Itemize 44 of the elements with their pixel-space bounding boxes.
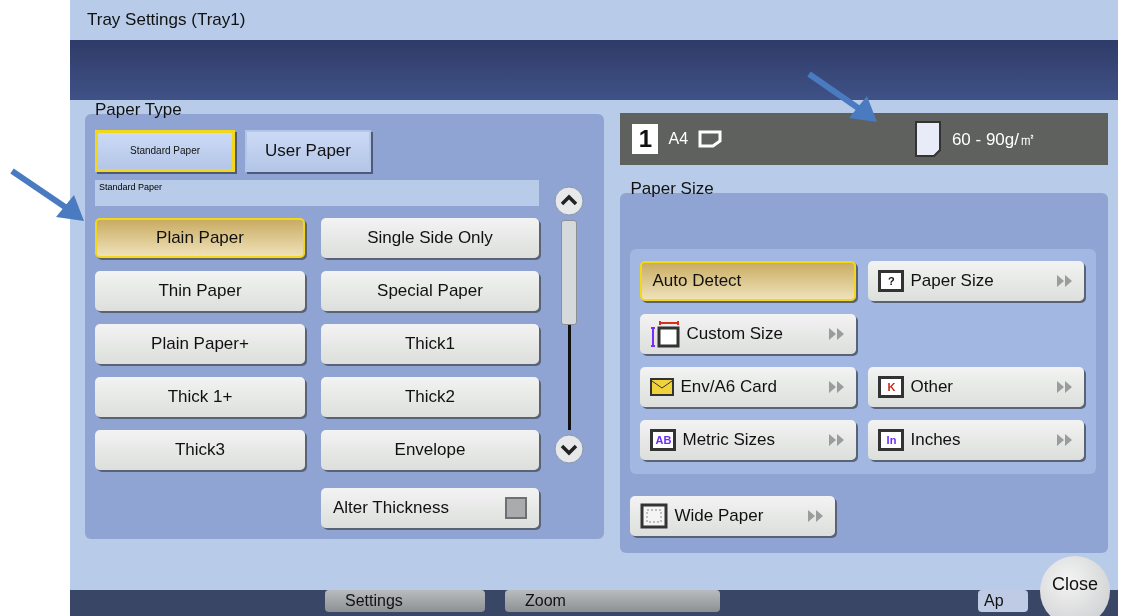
paper-size-option[interactable]: AB Metric Sizes <box>640 420 857 460</box>
paper-size-option[interactable]: Custom Size <box>640 314 857 354</box>
dashed-frame-icon <box>640 503 669 529</box>
paper-size-option[interactable]: ? Paper Size <box>868 261 1085 301</box>
letter-icon: In <box>878 429 905 451</box>
section-label: Paper Size <box>630 179 715 199</box>
paper-size-text: A4 <box>668 130 689 148</box>
paper-tab[interactable]: Standard Paper <box>95 130 235 172</box>
letter-icon: AB <box>650 429 677 451</box>
paper-size-option[interactable]: Auto Detect <box>640 261 857 301</box>
paper-type-option[interactable]: Single Side Only <box>321 218 539 258</box>
tray-number: 1 <box>632 124 659 154</box>
scroll-down-icon[interactable] <box>554 434 584 464</box>
window-title: Tray Settings (Tray1) <box>87 10 246 30</box>
paper-type-option[interactable]: Thick 1+ <box>95 377 305 417</box>
paper-weight-text: 60 - 90g/㎡ <box>951 128 1036 151</box>
bottom-bar-button[interactable]: Zoom <box>505 590 720 612</box>
question-icon: ? <box>878 270 905 292</box>
category-label: Standard Paper <box>95 180 539 206</box>
paper-type-option[interactable]: Thick3 <box>95 430 305 470</box>
paper-size-option[interactable]: In Inches <box>868 420 1085 460</box>
bottom-bar-button[interactable]: Ap <box>978 590 1028 612</box>
paper-type-option[interactable]: Envelope <box>321 430 539 470</box>
letter-icon: K <box>878 376 905 398</box>
paper-type-option[interactable]: Plain Paper+ <box>95 324 305 364</box>
paper-type-option[interactable]: Thick1 <box>321 324 539 364</box>
paper-size-option[interactable]: K Other <box>868 367 1085 407</box>
envelope-icon <box>650 378 675 396</box>
paper-orientation-icon <box>698 130 723 148</box>
paper-type-option[interactable]: Special Paper <box>321 271 539 311</box>
alter-thickness-toggle[interactable]: Alter Thickness <box>321 488 539 528</box>
scroll-thumb[interactable] <box>561 220 577 325</box>
wide-paper-button[interactable]: Wide Paper <box>630 496 836 536</box>
bottom-bar-button[interactable]: Settings <box>325 590 485 612</box>
paper-type-option[interactable]: Thick2 <box>321 377 539 417</box>
paper-size-option[interactable]: Env/A6 Card <box>640 367 857 407</box>
scroll-up-icon[interactable] <box>554 186 584 216</box>
paper-type-option[interactable]: Thin Paper <box>95 271 305 311</box>
paper-sheet-icon <box>913 120 942 158</box>
checkbox[interactable] <box>505 497 527 519</box>
section-label: Paper Type <box>95 100 183 120</box>
custom-size-icon <box>650 320 681 348</box>
paper-tab[interactable]: User Paper <box>245 130 371 172</box>
paper-type-option[interactable]: Plain Paper <box>95 218 305 258</box>
